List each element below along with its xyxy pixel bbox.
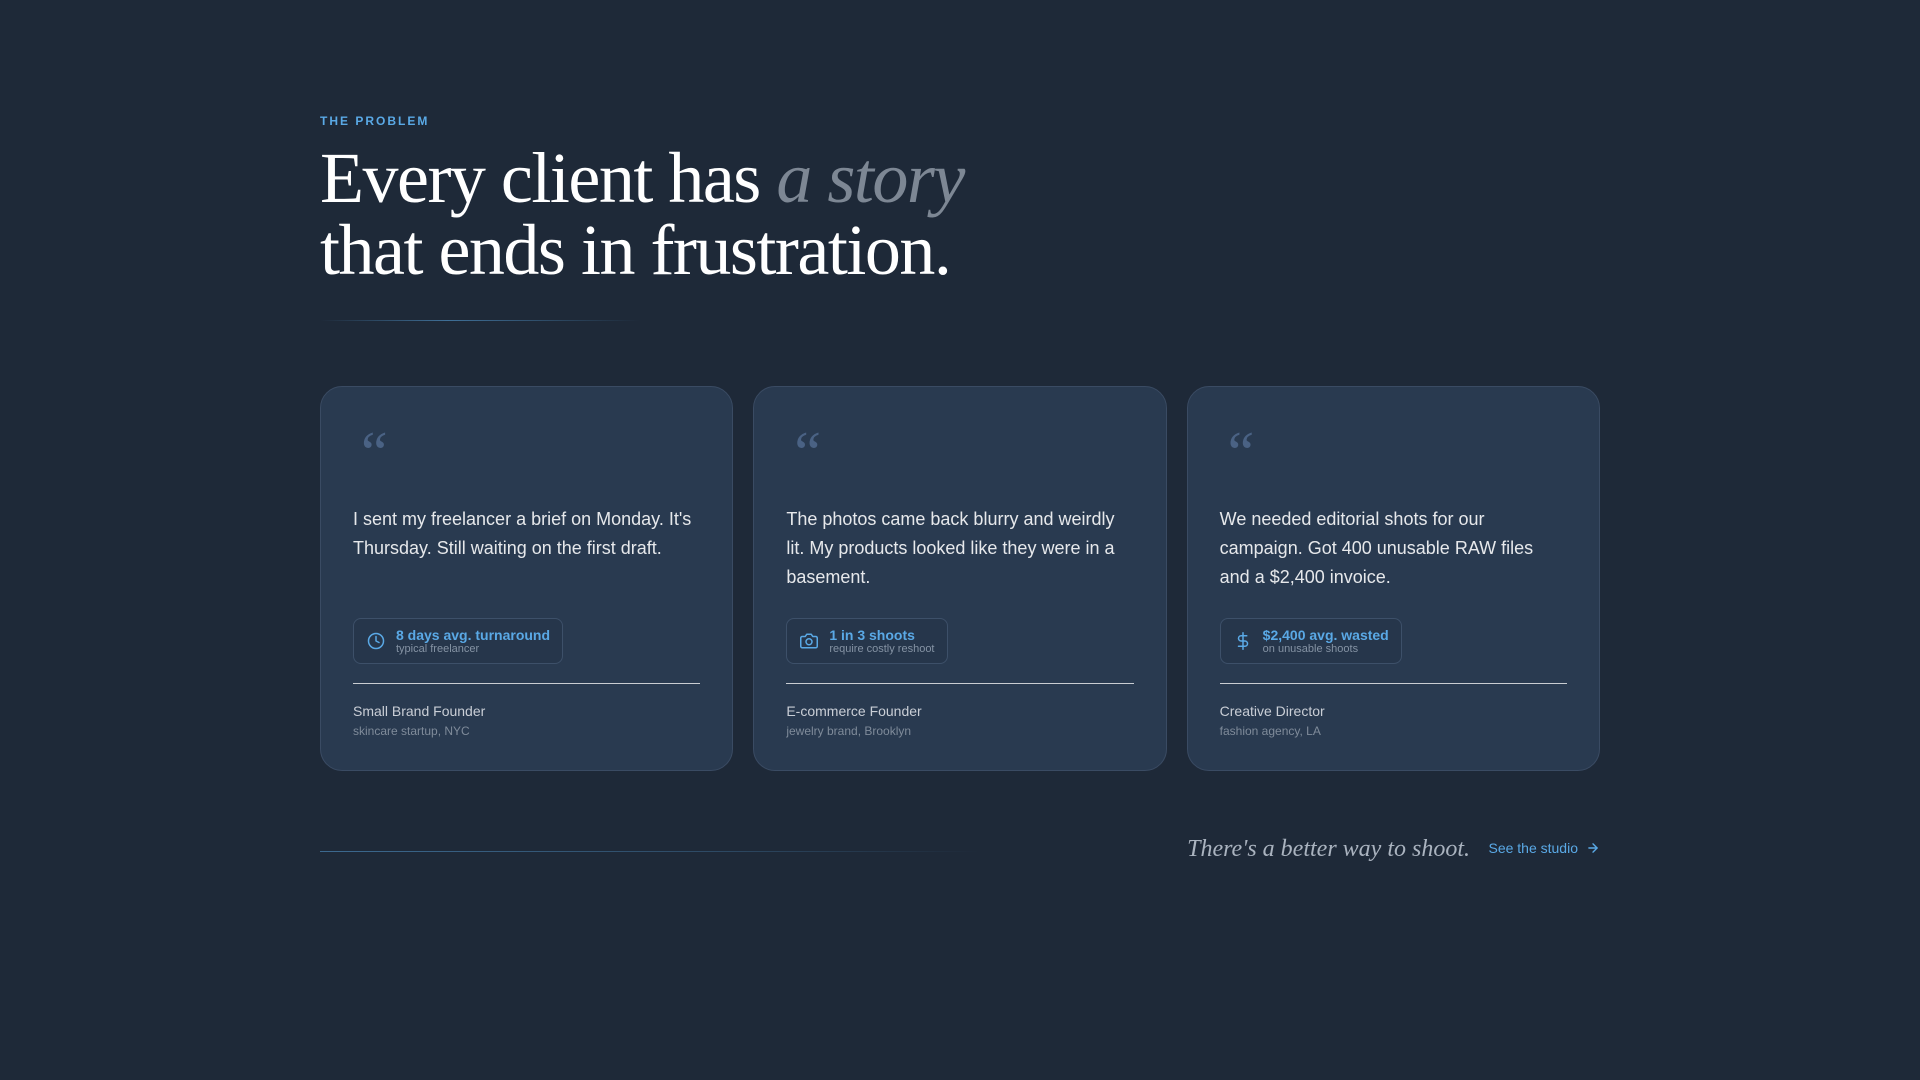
section-headline: Every client has a story that ends in fr… [320,142,1220,286]
testimonial-card: “ The photos came back blurry and weirdl… [753,386,1167,771]
stat-badge: $2,400 avg. wasted on unusable shoots [1219,618,1402,664]
footer-divider [320,851,980,852]
testimonial-text: We needed editorial shots for our campai… [1219,509,1534,587]
stat-text: $2,400 avg. wasted on unusable shoots [1263,627,1389,656]
stat-value: $2,400 avg. wasted [1262,626,1389,643]
testimonial-cards: “ I sent my freelancer a brief on Monday… [320,386,1600,771]
stat-caption: require costly reshoot [829,642,935,655]
testimonial-text: The photos came back blurry and weirdly … [786,509,1115,587]
clock-icon [366,631,386,651]
author-role: Small Brand Founder [353,703,486,719]
card-divider [353,683,701,684]
cta-label: See the studio [1488,840,1578,856]
author-role: E-commerce Founder [786,703,922,719]
stat-value: 8 days avg. turnaround [396,626,551,643]
quote-mark-icon: “ [361,420,388,486]
stat-caption: typical freelancer [396,642,480,655]
quote-mark-icon: “ [794,420,821,486]
testimonial-card: “ I sent my freelancer a brief on Monday… [320,386,734,771]
stat-badge: 1 in 3 shoots require costly reshoot [786,618,948,664]
headline-divider [320,320,640,321]
camera-icon [799,631,819,651]
author-role: Creative Director [1219,703,1325,719]
footer-tagline: There's a better way to shoot. [1187,836,1470,862]
headline-line-2: that ends in frustration. [320,210,952,290]
arrow-right-icon [1586,841,1600,855]
stat-text: 8 days avg. turnaround typical freelance… [396,627,550,656]
headline-text: Every client has [320,138,777,218]
author-detail: skincare startup, NYC [353,724,470,738]
see-studio-link[interactable]: See the studio [1488,840,1600,856]
card-divider [1219,683,1567,684]
author-detail: jewelry brand, Brooklyn [786,724,912,738]
quote-mark-icon: “ [1227,420,1255,486]
author-detail: fashion agency, LA [1219,724,1321,738]
headline-line-1: Every client has a story [320,142,1220,214]
stat-text: 1 in 3 shoots require costly reshoot [829,627,934,656]
stat-caption: on unusable shoots [1262,642,1359,655]
problem-section: THE PROBLEM Every client has a story tha… [320,0,1600,1080]
stat-badge: 8 days avg. turnaround typical freelance… [353,618,564,664]
testimonial-text: I sent my freelancer a brief on Monday. … [353,509,692,558]
headline-accent: a story [776,138,965,218]
section-eyebrow: THE PROBLEM [320,114,430,128]
stat-value: 1 in 3 shoots [829,626,915,643]
card-divider [786,683,1134,684]
dollar-icon [1233,631,1253,651]
testimonial-card: “ We needed editorial shots for our camp… [1186,386,1600,771]
